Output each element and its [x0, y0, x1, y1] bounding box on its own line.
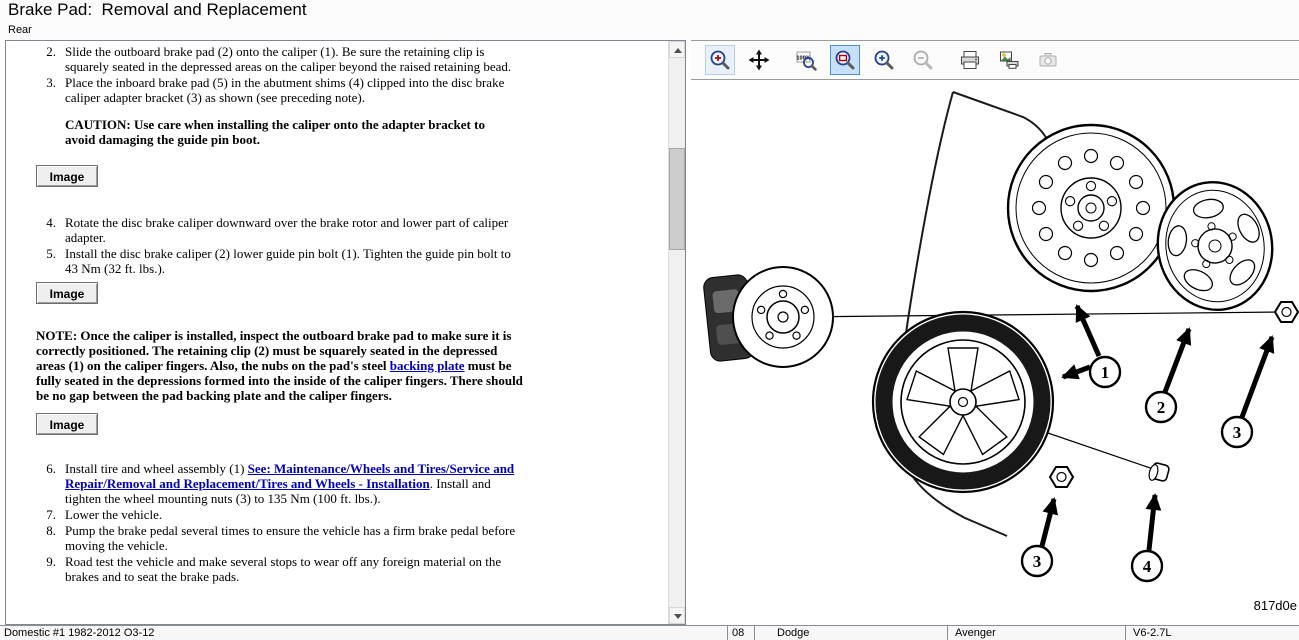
- step-item-2: 2. Slide the outboard brake pad (2) onto…: [36, 44, 526, 74]
- print-image-button[interactable]: [994, 45, 1024, 75]
- step-text: Place the inboard brake pad (5) in the a…: [65, 75, 521, 105]
- svg-text:3: 3: [1233, 423, 1242, 442]
- step-number: 7.: [36, 507, 56, 522]
- backing-plate-link[interactable]: backing plate: [390, 358, 465, 373]
- zoom-tool-button[interactable]: [705, 45, 735, 75]
- step-item-9: 9. Road test the vehicle and make severa…: [36, 554, 526, 584]
- lug-nut-right-illustration: [1275, 302, 1298, 322]
- svg-text:3: 3: [1033, 552, 1042, 571]
- callout-4: 4: [1132, 551, 1162, 581]
- step-number: 3.: [36, 75, 56, 105]
- step-text: Install tire and wheel assembly (1) See:…: [65, 461, 521, 506]
- callout-1: 1: [1090, 357, 1120, 387]
- figure-code: 817d0e: [1254, 598, 1297, 613]
- step-number: 2.: [36, 44, 56, 74]
- lug-nut-bottom-illustration: [1050, 467, 1073, 487]
- step-text: Rotate the disc brake caliper downward o…: [65, 215, 521, 245]
- export-image-camera-icon: [1037, 49, 1059, 71]
- step-text: Road test the vehicle and make several s…: [65, 554, 521, 584]
- svg-text:1: 1: [1101, 363, 1110, 382]
- step-item-6: 6. Install tire and wheel assembly (1) S…: [36, 461, 526, 506]
- status-database: Domestic #1 1982-2012 O3-12: [0, 626, 728, 640]
- procedure-panel: 2. Slide the outboard brake pad (2) onto…: [5, 40, 686, 625]
- scrollbar-track[interactable]: [669, 58, 685, 607]
- scrollbar-up-button[interactable]: [669, 41, 685, 58]
- step-text: Pump the brake pedal several times to en…: [65, 523, 521, 553]
- step-text: Lower the vehicle.: [65, 507, 521, 522]
- step-number: 4.: [36, 215, 56, 245]
- step6-text-before: Install tire and wheel assembly (1): [65, 461, 248, 476]
- callout-3-bottom: 3: [1022, 546, 1052, 576]
- step-text: Slide the outboard brake pad (2) onto th…: [65, 44, 521, 74]
- step-number: 8.: [36, 523, 56, 553]
- printer-icon: [959, 49, 981, 71]
- zoom-out-button[interactable]: [908, 45, 938, 75]
- diagram-panel: 100%: [691, 40, 1299, 625]
- document-scrollbar[interactable]: [668, 41, 685, 624]
- image-button-2[interactable]: Image: [36, 282, 98, 304]
- step-item-7: 7. Lower the vehicle.: [36, 507, 526, 522]
- axle-line-upper: [793, 312, 1283, 317]
- status-bar: Domestic #1 1982-2012 O3-12 08 Dodge Ave…: [0, 625, 1299, 640]
- print-button[interactable]: [955, 45, 985, 75]
- zoom-in-button[interactable]: [869, 45, 899, 75]
- callout-3-right: 3: [1222, 417, 1252, 447]
- caution-text: CAUTION: Use care when installing the ca…: [65, 117, 517, 147]
- status-model: Avenger: [948, 626, 1126, 640]
- status-make: Dodge: [755, 626, 948, 640]
- tire-wheel-illustration: [873, 312, 1053, 492]
- svg-text:4: 4: [1143, 557, 1152, 576]
- valve-cap-illustration: [1148, 462, 1170, 482]
- zoom-in-magnifier-icon: [873, 49, 895, 71]
- diagram-toolbar: 100%: [691, 40, 1299, 80]
- step-number: 9.: [36, 554, 56, 584]
- image-button-3[interactable]: Image: [36, 413, 98, 435]
- step-item-8: 8. Pump the brake pedal several times to…: [36, 523, 526, 553]
- status-engine: V6-2.7L: [1126, 626, 1299, 640]
- step-number: 5.: [36, 246, 56, 276]
- procedure-document: 2. Slide the outboard brake pad (2) onto…: [6, 41, 668, 624]
- step-item-3: 3. Place the inboard brake pad (5) in th…: [36, 75, 526, 105]
- step-text: Install the disc brake caliper (2) lower…: [65, 246, 521, 276]
- page-subtitle: Rear: [8, 24, 32, 36]
- exploded-wheel-diagram: 1 2 3 3 4 817d0e: [691, 80, 1299, 625]
- step-number: 6.: [36, 461, 56, 506]
- status-year: 08: [728, 626, 755, 640]
- window-header: Brake Pad: Removal and Replacement Rear: [0, 0, 1299, 40]
- steel-wheel-illustration: [1008, 125, 1174, 291]
- zoom-tool-magnifier-icon: [709, 49, 731, 71]
- scrollbar-down-button[interactable]: [669, 607, 685, 624]
- step-item-5: 5. Install the disc brake caliper (2) lo…: [36, 246, 526, 276]
- pan-tool-button[interactable]: [744, 45, 774, 75]
- print-image-icon: [998, 49, 1020, 71]
- pan-arrows-icon: [748, 49, 770, 71]
- svg-text:2: 2: [1157, 398, 1166, 417]
- note-text: NOTE: Once the caliper is installed, ins…: [36, 328, 526, 403]
- zoom-100-button[interactable]: 100%: [791, 45, 821, 75]
- page-title: Brake Pad: Removal and Replacement: [8, 0, 307, 20]
- image-button-1[interactable]: Image: [36, 165, 98, 187]
- zoom-out-magnifier-icon: [912, 49, 934, 71]
- diagram-viewport[interactable]: 1 2 3 3 4 817d0e: [691, 80, 1299, 625]
- zoom-fit-button[interactable]: [830, 45, 860, 75]
- step-item-4: 4. Rotate the disc brake caliper downwar…: [36, 215, 526, 245]
- export-image-button[interactable]: [1033, 45, 1063, 75]
- zoom-fit-magnifier-icon: [834, 49, 856, 71]
- brake-rotor-illustration: [733, 267, 833, 367]
- callout-2: 2: [1146, 392, 1176, 422]
- zoom-100-magnifier-icon: 100%: [795, 49, 817, 71]
- scrollbar-thumb[interactable]: [669, 148, 685, 250]
